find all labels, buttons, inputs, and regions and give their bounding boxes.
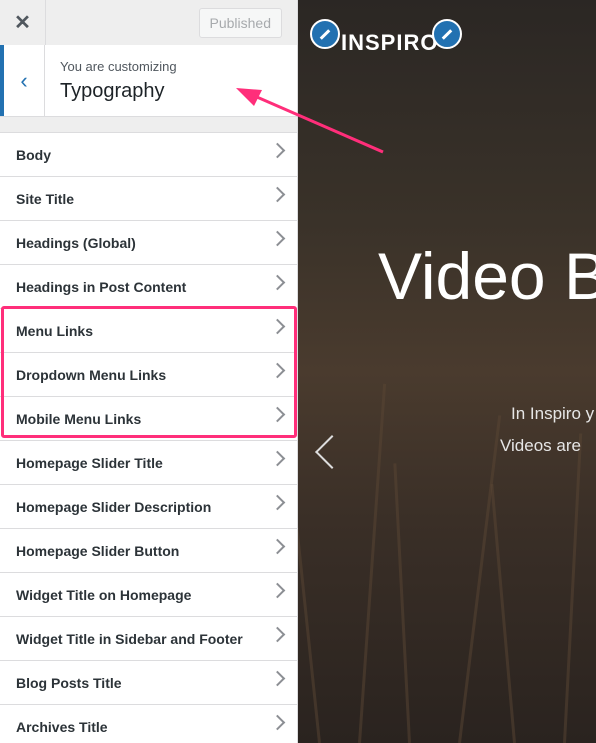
item-label: Blog Posts Title [16, 674, 122, 691]
item-label: Widget Title on Homepage [16, 586, 192, 603]
item-label: Site Title [16, 190, 75, 207]
chevron-right-icon [269, 494, 286, 511]
slider-prev-arrow-icon[interactable] [315, 435, 349, 469]
item-label: Homepage Slider Title [16, 454, 163, 471]
item-homepage-slider-description[interactable]: Homepage Slider Description [0, 485, 297, 529]
chevron-right-icon [269, 274, 286, 291]
chevron-right-icon [269, 626, 286, 643]
item-mobile-menu-links[interactable]: Mobile Menu Links [0, 397, 297, 441]
section-items: Body Site Title Headings (Global) Headin… [0, 132, 297, 743]
chevron-right-icon [269, 230, 286, 247]
chevron-right-icon [269, 714, 286, 731]
chevron-right-icon [269, 362, 286, 379]
chevron-right-icon [269, 406, 286, 423]
item-label: Widget Title in Sidebar and Footer [16, 630, 243, 647]
grass-stalk [563, 433, 583, 743]
grass-stalk [393, 463, 411, 743]
site-preview: INSPIRO Video B In Inspiro y Videos are [298, 0, 596, 743]
item-label: Body [16, 146, 51, 163]
item-blog-posts-title[interactable]: Blog Posts Title [0, 661, 297, 705]
hero-description-line: In Inspiro y [511, 404, 595, 423]
chevron-right-icon [269, 582, 286, 599]
customizer-sidebar: ✕ Published ‹ You are customizing Typogr… [0, 0, 298, 743]
item-headings-post-content[interactable]: Headings in Post Content [0, 265, 297, 309]
chevron-right-icon [269, 450, 286, 467]
chevron-right-icon [269, 186, 286, 203]
close-button[interactable]: ✕ [0, 0, 46, 45]
section-header: ‹ You are customizing Typography [0, 45, 297, 117]
item-label: Homepage Slider Description [16, 498, 212, 515]
item-homepage-slider-button[interactable]: Homepage Slider Button [0, 529, 297, 573]
chevron-right-icon [269, 538, 286, 555]
section-title: Typography [60, 80, 165, 102]
site-logo[interactable]: INSPIRO [341, 30, 438, 56]
item-label: Headings (Global) [16, 234, 136, 251]
item-menu-links[interactable]: Menu Links [0, 309, 297, 353]
chevron-right-icon [269, 318, 286, 335]
item-dropdown-menu-links[interactable]: Dropdown Menu Links [0, 353, 297, 397]
chevron-left-icon: ‹ [20, 67, 28, 93]
grass-stalk [358, 383, 387, 743]
item-widget-title-homepage[interactable]: Widget Title on Homepage [0, 573, 297, 617]
pencil-icon[interactable] [310, 19, 340, 49]
close-icon: ✕ [14, 12, 31, 34]
item-archives-title[interactable]: Archives Title [0, 705, 297, 743]
hero-title: Video B [378, 239, 596, 313]
item-widget-title-sidebar-footer[interactable]: Widget Title in Sidebar and Footer [0, 617, 297, 661]
item-label: Homepage Slider Button [16, 542, 180, 559]
hero-description-line: Videos are [500, 436, 581, 455]
item-label: Headings in Post Content [16, 278, 187, 295]
grass-stalk [458, 415, 502, 743]
chevron-right-icon [269, 670, 286, 687]
item-homepage-slider-title[interactable]: Homepage Slider Title [0, 441, 297, 485]
item-headings-global[interactable]: Headings (Global) [0, 221, 297, 265]
customizer-header: ✕ Published [0, 0, 297, 46]
grass-stalk [298, 444, 321, 743]
pencil-icon[interactable] [432, 19, 462, 49]
chevron-right-icon [269, 142, 286, 159]
grass-stalk [490, 483, 516, 743]
publish-button[interactable]: Published [198, 8, 282, 38]
item-label: Archives Title [16, 718, 108, 735]
item-site-title[interactable]: Site Title [0, 177, 297, 221]
customizing-label: You are customizing [60, 59, 177, 74]
item-body[interactable]: Body [0, 132, 297, 177]
item-label: Menu Links [16, 322, 94, 339]
item-label: Dropdown Menu Links [16, 366, 167, 383]
item-label: Mobile Menu Links [16, 410, 142, 427]
back-button[interactable]: ‹ [0, 45, 45, 116]
